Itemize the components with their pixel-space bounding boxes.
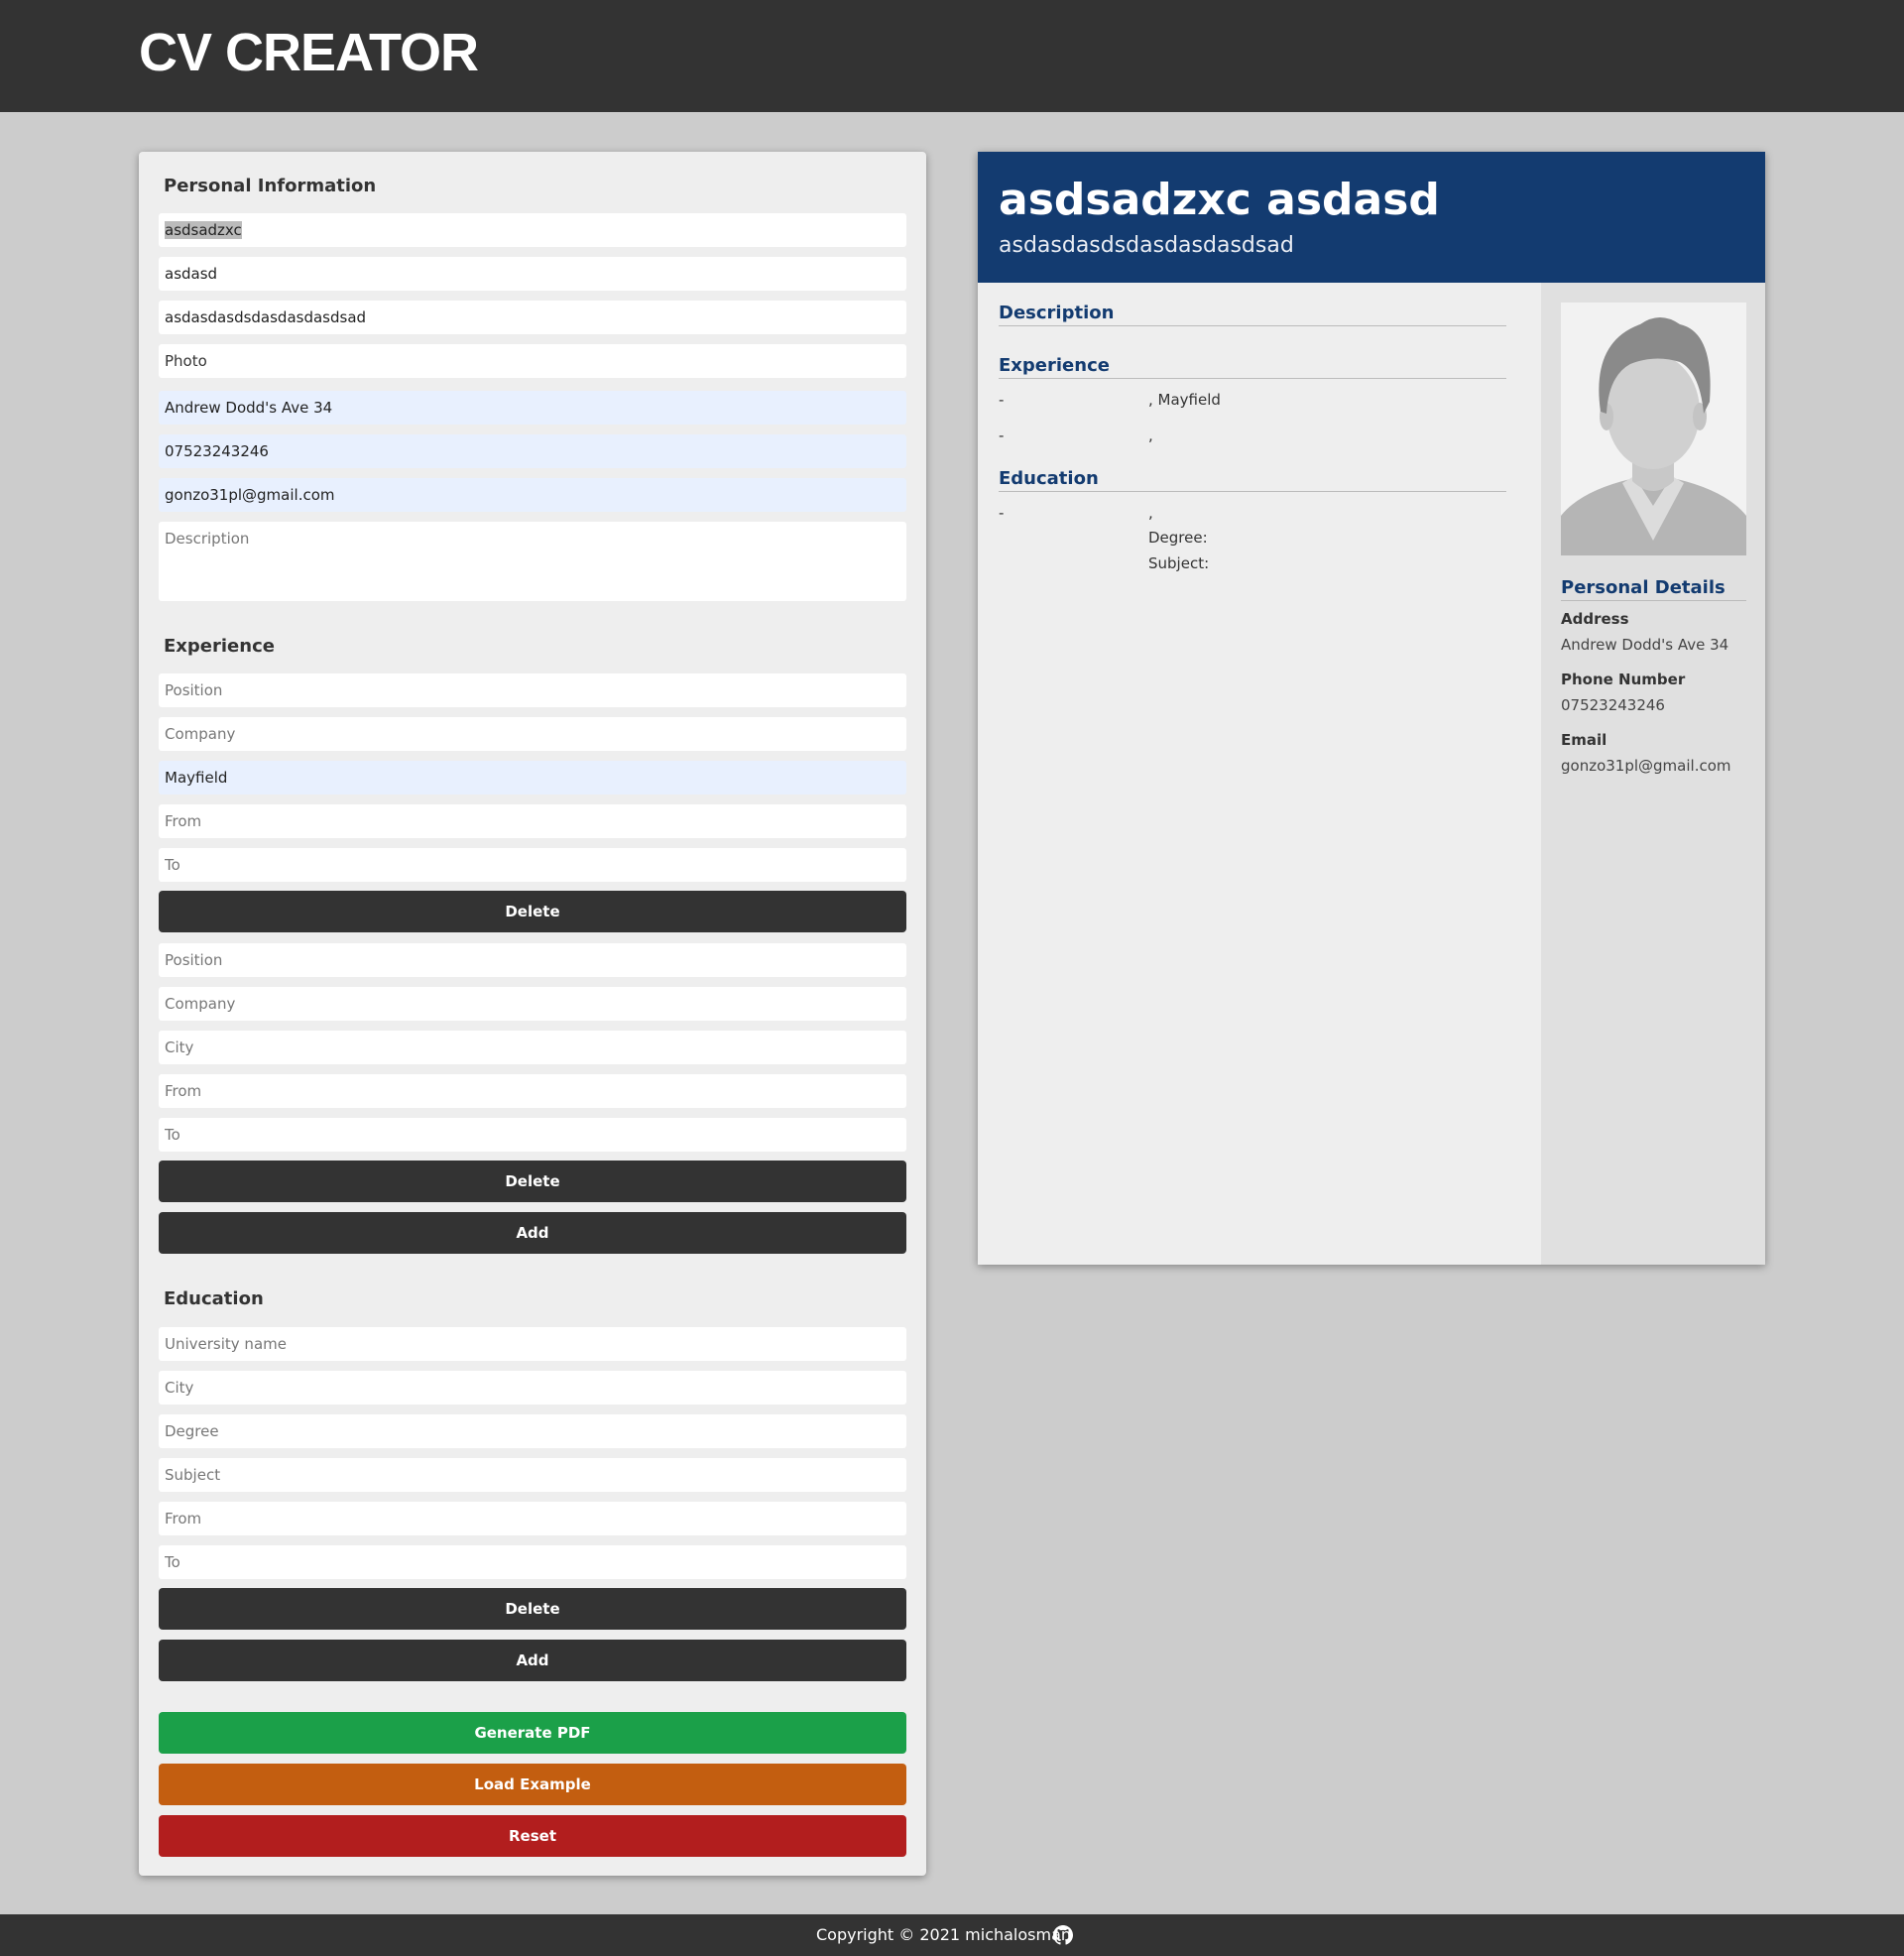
reset-button[interactable]: Reset	[159, 1815, 906, 1857]
education-city-input[interactable]	[159, 1371, 906, 1405]
experience-position-input[interactable]	[159, 673, 906, 707]
cv-sidebar: Personal Details Address Andrew Dodd's A…	[1541, 283, 1765, 1265]
cv-experience-company: ,	[1148, 427, 1153, 444]
phone-input[interactable]	[159, 434, 906, 468]
cv-phone-label: Phone Number	[1561, 671, 1686, 688]
cv-education-university: ,	[1148, 504, 1153, 522]
education-from-input[interactable]	[159, 1502, 906, 1535]
education-degree-input[interactable]	[159, 1414, 906, 1448]
cv-address-value: Andrew Dodd's Ave 34	[1561, 636, 1729, 654]
cv-title: asdasdasdsdasdasdasdsad	[999, 233, 1294, 258]
experience-city-input[interactable]	[159, 1031, 906, 1064]
cv-email-value: gonzo31pl@gmail.com	[1561, 757, 1731, 775]
cv-email-label: Email	[1561, 731, 1607, 749]
cv-phone-value: 07523243246	[1561, 696, 1665, 714]
description-input[interactable]	[159, 522, 906, 601]
cv-preview: asdsadzxc asdasd asdasdasdsdasdasdasdsad…	[978, 152, 1765, 1265]
title-input[interactable]	[159, 301, 906, 334]
cv-header: asdsadzxc asdasd asdasdasdsdasdasdasdsad	[978, 152, 1765, 283]
photo-input-label: Photo	[165, 352, 207, 370]
cv-personal-details-heading: Personal Details	[1561, 577, 1746, 601]
cv-form: Personal Information asdsadzxc Photo Exp…	[139, 152, 926, 1876]
generate-pdf-button[interactable]: Generate PDF	[159, 1712, 906, 1754]
app-header: CV CREATOR	[0, 0, 1904, 112]
experience-company-input[interactable]	[159, 717, 906, 751]
cv-experience-company: , Mayfield	[1148, 391, 1221, 409]
photo-file-input[interactable]: Photo	[159, 344, 906, 378]
experience-heading: Experience	[164, 636, 275, 657]
cv-experience-dates: -	[999, 391, 1005, 409]
github-icon[interactable]	[1053, 1925, 1073, 1945]
app-title: CV CREATOR	[139, 23, 479, 82]
cv-education-dates: -	[999, 504, 1005, 522]
experience-from-input[interactable]	[159, 1074, 906, 1108]
experience-position-input[interactable]	[159, 943, 906, 977]
cv-education-heading: Education	[999, 468, 1506, 492]
experience-to-input[interactable]	[159, 1118, 906, 1152]
cv-name: asdsadzxc asdasd	[999, 175, 1440, 225]
experience-company-input[interactable]	[159, 987, 906, 1021]
experience-to-input[interactable]	[159, 848, 906, 882]
first-name-input[interactable]: asdsadzxc	[159, 213, 906, 247]
personal-info-heading: Personal Information	[164, 176, 377, 196]
education-university-input[interactable]	[159, 1327, 906, 1361]
experience-add-button[interactable]: Add	[159, 1212, 906, 1254]
cv-education-subject: Subject:	[1148, 554, 1210, 572]
avatar-placeholder-icon	[1561, 303, 1746, 555]
last-name-input[interactable]	[159, 257, 906, 291]
education-delete-button[interactable]: Delete	[159, 1588, 906, 1630]
cv-experience-dates: -	[999, 427, 1005, 444]
cv-address-label: Address	[1561, 610, 1629, 628]
education-to-input[interactable]	[159, 1545, 906, 1579]
cv-experience-heading: Experience	[999, 355, 1506, 379]
education-heading: Education	[164, 1288, 264, 1309]
app-footer: Copyright © 2021 michalosman	[0, 1914, 1904, 1956]
experience-city-input[interactable]	[159, 761, 906, 795]
education-subject-input[interactable]	[159, 1458, 906, 1492]
load-example-button[interactable]: Load Example	[159, 1764, 906, 1805]
first-name-value: asdsadzxc	[165, 221, 242, 239]
education-add-button[interactable]: Add	[159, 1640, 906, 1681]
experience-delete-button[interactable]: Delete	[159, 1161, 906, 1202]
address-input[interactable]	[159, 391, 906, 425]
footer-copyright: Copyright © 2021 michalosman	[816, 1925, 1072, 1944]
cv-description-heading: Description	[999, 303, 1506, 326]
cv-education-degree: Degree:	[1148, 529, 1208, 547]
experience-from-input[interactable]	[159, 804, 906, 838]
email-input[interactable]	[159, 478, 906, 512]
experience-delete-button[interactable]: Delete	[159, 891, 906, 932]
